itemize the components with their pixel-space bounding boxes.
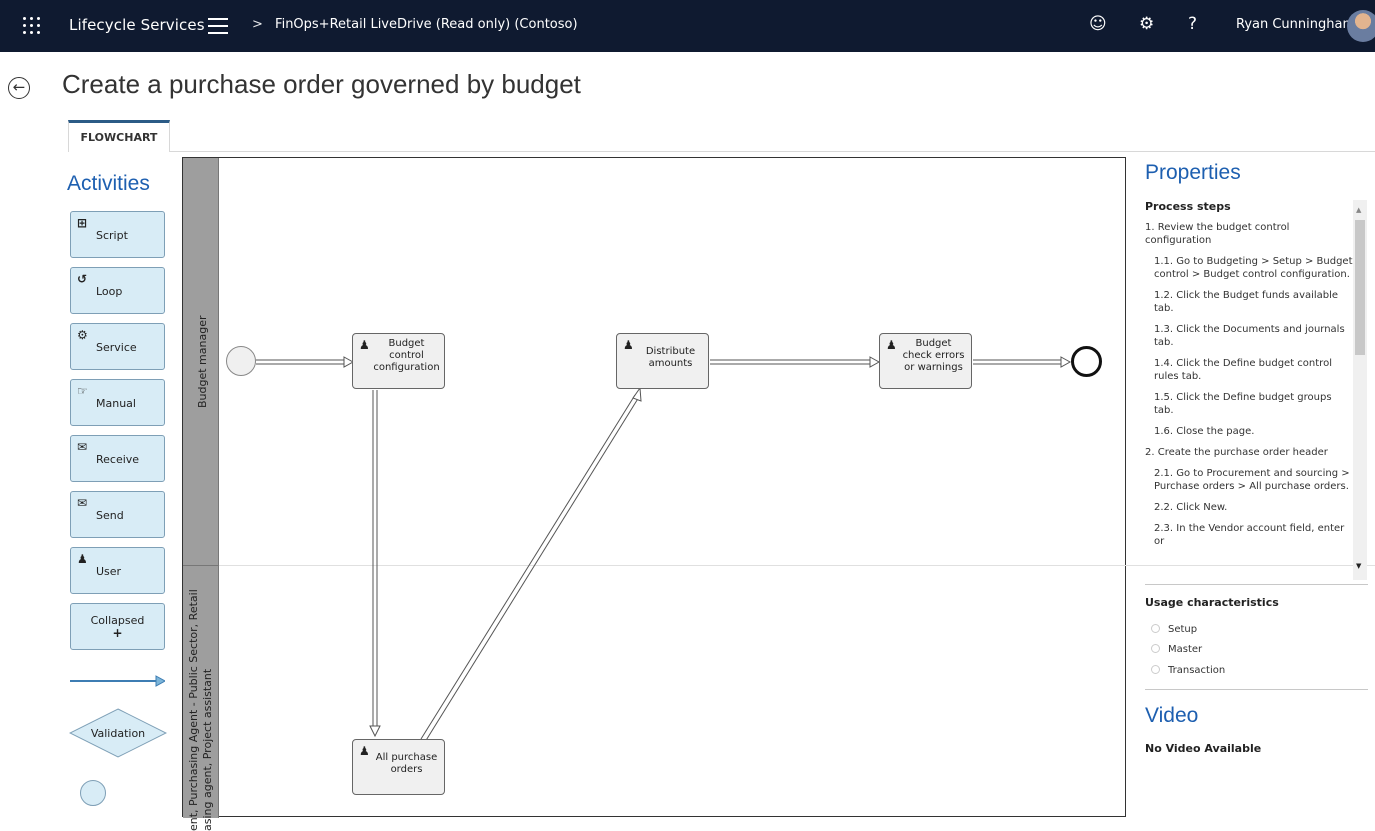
radio-circle-icon[interactable] (1151, 665, 1160, 674)
hamburger-icon[interactable] (208, 18, 228, 34)
activity-label: Send (96, 509, 124, 522)
connector-arrow-icon[interactable] (70, 674, 165, 688)
breadcrumb[interactable]: > FinOps+Retail LiveDrive (Read only) (C… (252, 17, 578, 32)
back-arrow-icon[interactable]: ← (8, 77, 30, 99)
node-label: Distribute amounts (645, 346, 696, 369)
activity-label: Script (96, 229, 128, 242)
plus-icon: + (112, 626, 123, 640)
process-step[interactable]: 1.4. Click the Define budget control rul… (1145, 357, 1353, 383)
process-step[interactable]: 2.3. In the Vendor account field, enter … (1145, 522, 1353, 548)
app-title[interactable]: Lifecycle Services (69, 16, 205, 34)
page-title: Create a purchase order governed by budg… (62, 69, 581, 99)
process-step[interactable]: 1.5. Click the Define budget groups tab. (1145, 391, 1353, 417)
node-all-purchase-orders[interactable]: ♟ All purchase orders (352, 739, 445, 795)
radio-label: Setup (1168, 624, 1198, 635)
activity-receive[interactable]: ✉ Receive (70, 435, 165, 482)
node-budget-control-configuration[interactable]: ♟ Budget control configuration (352, 333, 445, 389)
smiley-icon[interactable]: ☺ (1089, 14, 1107, 34)
gear-icon[interactable]: ⚙ (1139, 14, 1154, 34)
process-steps-list[interactable]: Process steps 1. Review the budget contr… (1145, 200, 1353, 580)
connector-budget-control-to-all-po[interactable] (369, 390, 381, 738)
process-steps-title: Process steps (1145, 200, 1231, 213)
top-bar: Lifecycle Services > FinOps+Retail LiveD… (0, 0, 1375, 52)
process-step[interactable]: 2. Create the purchase order header (1145, 446, 1353, 459)
activity-loop[interactable]: ↺ Loop (70, 267, 165, 314)
pointing-hand-icon: ☞ (77, 384, 88, 398)
activities-title: Activities (67, 172, 150, 195)
node-label: All purchase orders (375, 752, 438, 775)
process-step[interactable]: 1.6. Close the page. (1145, 425, 1353, 438)
activity-user[interactable]: ♟ User (70, 547, 165, 594)
process-step[interactable]: 1.1. Go to Budgeting > Setup > Budget co… (1145, 255, 1353, 281)
breadcrumb-project[interactable]: FinOps+Retail LiveDrive (Read only) (Con… (275, 17, 578, 32)
help-icon[interactable]: ? (1188, 14, 1197, 34)
process-step[interactable]: 1.2. Click the Budget funds available ta… (1145, 289, 1353, 315)
scroll-down-icon[interactable]: ▼ (1356, 562, 1361, 570)
loop-icon: ↺ (77, 272, 88, 286)
flow-connectors (256, 356, 1072, 743)
radio-transaction[interactable]: Transaction (1151, 665, 1225, 676)
script-icon: ⊞ (77, 216, 88, 230)
tab-strip: FLOWCHART (68, 120, 1375, 152)
activity-label: Manual (96, 397, 136, 410)
scroll-up-icon[interactable]: ▲ (1356, 206, 1361, 214)
activity-label: Collapsed + (71, 614, 164, 640)
radio-setup[interactable]: Setup (1151, 624, 1197, 635)
avatar[interactable] (1347, 10, 1375, 42)
usage-characteristics-title: Usage characteristics (1145, 596, 1279, 609)
connector-budget-check-to-end[interactable] (973, 356, 1072, 368)
user-icon: ♟ (623, 338, 634, 352)
envelope-open-icon: ✉ (77, 440, 88, 454)
node-distribute-amounts[interactable]: ♟ Distribute amounts (616, 333, 709, 389)
waffle-icon[interactable] (23, 17, 41, 35)
radio-label: Transaction (1168, 665, 1226, 676)
user-icon: ♟ (77, 552, 88, 566)
user-name[interactable]: Ryan Cunningham (1236, 17, 1355, 32)
radio-master[interactable]: Master (1151, 644, 1202, 655)
divider (1145, 689, 1368, 690)
process-step[interactable]: 1.3. Click the Documents and journals ta… (1145, 323, 1353, 349)
activity-label: Receive (96, 453, 140, 466)
video-title: Video (1145, 704, 1199, 727)
activity-validation[interactable]: Validation (68, 708, 168, 758)
process-step[interactable]: 2.2. Click New. (1145, 501, 1353, 514)
activity-send[interactable]: ✉ Send (70, 491, 165, 538)
node-label: Budget control configuration (373, 338, 440, 373)
envelope-filled-icon: ✉ (77, 496, 88, 510)
user-icon: ♟ (359, 338, 370, 352)
node-budget-check-errors[interactable]: ♟ Budget check errors or warnings (879, 333, 972, 389)
activity-manual[interactable]: ☞ Manual (70, 379, 165, 426)
process-step[interactable]: 2.1. Go to Procurement and sourcing > Pu… (1145, 467, 1353, 493)
activity-label: Loop (96, 285, 123, 298)
end-event[interactable] (1071, 346, 1102, 377)
divider (1145, 584, 1368, 585)
start-event[interactable] (226, 346, 256, 376)
scroll-thumb[interactable] (1355, 220, 1365, 355)
user-icon: ♟ (359, 744, 370, 758)
radio-circle-icon[interactable] (1151, 624, 1160, 633)
breadcrumb-separator: > (252, 17, 263, 32)
radio-circle-icon[interactable] (1151, 644, 1160, 653)
video-status: No Video Available (1145, 742, 1262, 755)
steps-container: 1. Review the budget control configurati… (1145, 221, 1353, 548)
connector-all-po-to-distribute[interactable] (420, 386, 642, 743)
steps-scrollbar[interactable]: ▲ ▼ (1353, 200, 1367, 580)
activity-script[interactable]: ⊞ Script (70, 211, 165, 258)
flowchart-canvas[interactable]: Budget manager ent, Purchasing Agent - P… (182, 157, 1375, 831)
connector-distribute-to-budget-check[interactable] (710, 356, 881, 368)
activity-label: User (96, 565, 122, 578)
activity-label: Service (96, 341, 137, 354)
gear-icon: ⚙ (77, 328, 88, 342)
user-icon: ♟ (886, 338, 897, 352)
tab-flowchart[interactable]: FLOWCHART (68, 120, 170, 152)
activity-label: Validation (90, 727, 146, 740)
activity-service[interactable]: ⚙ Service (70, 323, 165, 370)
event-circle-icon[interactable] (80, 780, 106, 806)
properties-title: Properties (1145, 161, 1241, 184)
node-label: Budget check errors or warnings (902, 338, 965, 373)
activity-collapsed[interactable]: Collapsed + (70, 603, 165, 650)
radio-label: Master (1168, 644, 1203, 655)
connector-start-to-budget-control[interactable] (256, 356, 355, 368)
process-step[interactable]: 1. Review the budget control configurati… (1145, 221, 1353, 247)
